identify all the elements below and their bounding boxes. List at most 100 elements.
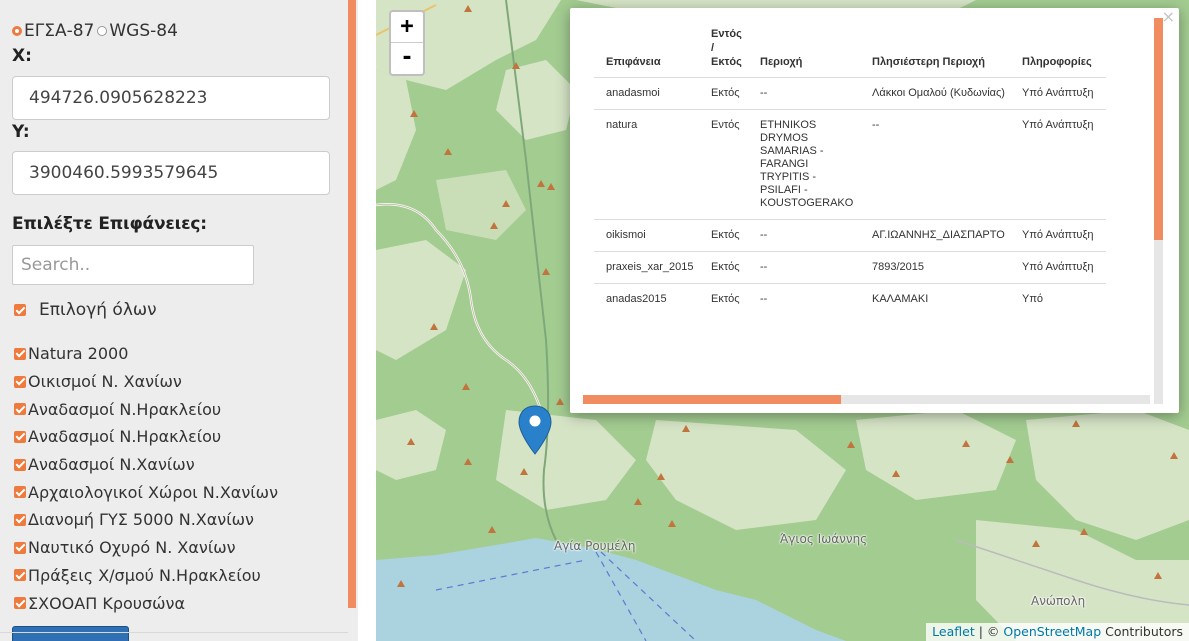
checkbox-checked-icon (14, 486, 26, 499)
cell-in-out: Εκτός (705, 251, 754, 284)
layer-label: Διανομή ΓΥΣ 5000 Ν.Χανίων (28, 510, 254, 530)
column-header-surface: Επιφάνεια (594, 21, 705, 78)
cell-area: -- (754, 77, 866, 110)
popup-table-container: Επιφάνεια Εντός / Εκτός Περιοχή Πλησιέστερ… (594, 21, 1154, 395)
attribution-separator: | © (978, 624, 1000, 639)
popup-horizontal-scrollbar[interactable] (583, 395, 1150, 404)
cell-area: -- (754, 219, 866, 252)
checkbox-checked-icon (14, 458, 26, 471)
layer-checkbox-naval-fort[interactable]: Ναυτικό Οχυρό Ν. Χανίων (14, 534, 278, 562)
column-header-area: Περιοχή (754, 21, 866, 78)
table-header-row: Επιφάνεια Εντός / Εκτός Περιοχή Πλησιέστερ… (594, 21, 1106, 78)
cell-nearest: ΑΓ.ΙΩΑΝΝΗΣ_ΔΙΑΣΠΑΡΤΟ (866, 219, 1016, 252)
checkbox-checked-icon (14, 541, 26, 554)
x-coordinate-input[interactable]: 494726.0905628223 (12, 76, 330, 120)
cell-in-out: Εκτός (705, 77, 754, 110)
surface-search-input[interactable] (12, 245, 254, 285)
cell-info: Υπό Ανάπτυξη (1016, 109, 1106, 220)
place-label-agios-ioannis: Άγιος Ιωάννης (780, 532, 868, 546)
surfaces-heading: Επιλέξτε Επιφάνειες: (12, 214, 207, 234)
layer-checkbox-anadasmoi-chania[interactable]: Αναδασμοί Ν.Χανίων (14, 451, 278, 479)
cell-area: -- (754, 283, 866, 315)
checkbox-checked-icon (14, 597, 26, 610)
x-label: X: (12, 46, 32, 66)
layer-label: Αναδασμοί Ν.Χανίων (28, 455, 195, 475)
y-label: Y: (12, 122, 30, 142)
place-label-agia-roumeli: Αγία Ρουμέλη (554, 539, 636, 553)
layer-checkbox-anadasmoi-heraklion-2[interactable]: Αναδασμοί Ν.Ηρακλείου (14, 423, 278, 451)
cell-nearest: -- (866, 109, 1016, 220)
popup-horizontal-scroll-thumb[interactable] (583, 395, 841, 404)
y-coordinate-input[interactable]: 3900460.5993579645 (12, 151, 330, 195)
divider (0, 632, 348, 633)
cell-nearest: 7893/2015 (866, 251, 1016, 284)
zoom-in-button[interactable]: + (391, 12, 423, 43)
layer-label: Natura 2000 (28, 344, 129, 364)
table-row: natura Εντός ETHNIKOS DRYMOS SAMARIAS - … (594, 109, 1106, 220)
table-row: praxeis_xar_2015 Εκτός -- 7893/2015 Υπό … (594, 251, 1106, 284)
crs-label-wgs84: WGS-84 (109, 21, 178, 41)
sidebar-scrollbar[interactable] (348, 0, 356, 608)
layer-checkbox-anadasmoi-heraklion-1[interactable]: Αναδασμοί Ν.Ηρακλείου (14, 395, 278, 423)
crs-radio-egsa87[interactable] (12, 26, 22, 36)
map-marker-pin-icon[interactable] (515, 404, 555, 458)
cell-surface: natura (594, 109, 705, 220)
cell-area: -- (754, 251, 866, 284)
layer-checkbox-praxeis-heraklion[interactable]: Πράξεις Χ/σμού Ν.Ηρακλείου (14, 562, 278, 590)
layer-checkbox-schooap-krousonas[interactable]: ΣΧΟΟΑΠ Κρουσώνα (14, 589, 278, 617)
panel-gap (358, 0, 376, 641)
layer-checkbox-natura[interactable]: Natura 2000 (14, 340, 278, 368)
layer-label: Οικισμοί Ν. Χανίων (28, 372, 182, 392)
cell-surface: oikismoi (594, 219, 705, 252)
cell-in-out: Εκτός (705, 219, 754, 252)
cell-info: Υπό Ανάπτυξη (1016, 77, 1106, 110)
cell-surface: anadas2015 (594, 283, 705, 315)
osm-link[interactable]: OpenStreetMap (1003, 624, 1101, 639)
layer-label: ΣΧΟΟΑΠ Κρουσώνα (28, 593, 186, 613)
column-header-in-out: Εντός / Εκτός (705, 21, 754, 78)
cell-in-out: Εκτός (705, 283, 754, 315)
attribution-contributors: Contributors (1105, 624, 1183, 639)
close-icon[interactable]: × (1162, 9, 1175, 25)
checkbox-checked-icon (14, 304, 26, 316)
layer-checkbox-oikismoi-chania[interactable]: Οικισμοί Ν. Χανίων (14, 368, 278, 396)
cell-info: Υπό Ανάπτυξη (1016, 251, 1106, 284)
in-out-line-3: Εκτός (711, 56, 742, 68)
layer-label: Αρχαιολογικοί Χώροι Ν.Χανίων (28, 482, 279, 502)
place-label-anopoli: Ανώπολη (1031, 594, 1086, 608)
submit-button[interactable] (12, 626, 129, 641)
checkbox-checked-icon (14, 375, 26, 388)
table-row: anadas2015 Εκτός -- ΚΑΛΑΜΑΚΙ Υπό (594, 283, 1106, 315)
crs-label-egsa87: ΕΓΣΑ-87 (24, 21, 95, 41)
popup-vertical-scroll-thumb[interactable] (1154, 18, 1163, 240)
checkbox-checked-icon (14, 569, 26, 582)
table-row: anadasmoi Εκτός -- Λάκκοι Ομαλού (Κυδωνί… (594, 77, 1106, 110)
layer-list: Natura 2000 Οικισμοί Ν. Χανίων Αναδασμοί… (14, 340, 278, 617)
crs-selector: ΕΓΣΑ-87 WGS-84 (12, 21, 178, 41)
crs-radio-wgs84[interactable] (97, 26, 108, 36)
checkbox-checked-icon (14, 513, 26, 526)
cell-info: Υπό (1016, 283, 1106, 315)
select-all-checkbox[interactable]: Επιλογή όλων (14, 300, 157, 320)
zoom-out-button[interactable]: - (391, 43, 423, 74)
leaflet-link[interactable]: Leaflet (932, 624, 975, 639)
sidebar-panel: ΕΓΣΑ-87 WGS-84 X: 494726.0905628223 Y: 3… (0, 0, 358, 641)
checkbox-checked-icon (14, 347, 26, 360)
cell-info: Υπό Ανάπτυξη (1016, 219, 1106, 252)
checkbox-checked-icon (14, 430, 26, 443)
in-out-line-1: Εντός (711, 28, 742, 40)
table-row: oikismoi Εκτός -- ΑΓ.ΙΩΑΝΝΗΣ_ΔΙΑΣΠΑΡΤΟ Υ… (594, 219, 1106, 252)
layer-label: Αναδασμοί Ν.Ηρακλείου (28, 399, 222, 419)
in-out-line-2: / (711, 42, 715, 54)
cell-surface: anadasmoi (594, 77, 705, 110)
layer-checkbox-archaeological-sites[interactable]: Αρχαιολογικοί Χώροι Ν.Χανίων (14, 478, 278, 506)
popup-vertical-scrollbar[interactable] (1154, 18, 1163, 404)
layer-checkbox-dianomi-gys[interactable]: Διανομή ΓΥΣ 5000 Ν.Χανίων (14, 506, 278, 534)
cell-in-out: Εντός (705, 109, 754, 220)
checkbox-checked-icon (14, 403, 26, 416)
column-header-info: Πληροφορίες (1016, 21, 1106, 78)
map-attribution: Leaflet | © OpenStreetMap Contributors (926, 623, 1189, 641)
results-table: Επιφάνεια Εντός / Εκτός Περιοχή Πλησιέστερ… (594, 21, 1106, 315)
cell-area: ETHNIKOS DRYMOS SAMARIAS - FARANGI TRYPI… (754, 109, 866, 220)
cell-surface: praxeis_xar_2015 (594, 251, 705, 284)
